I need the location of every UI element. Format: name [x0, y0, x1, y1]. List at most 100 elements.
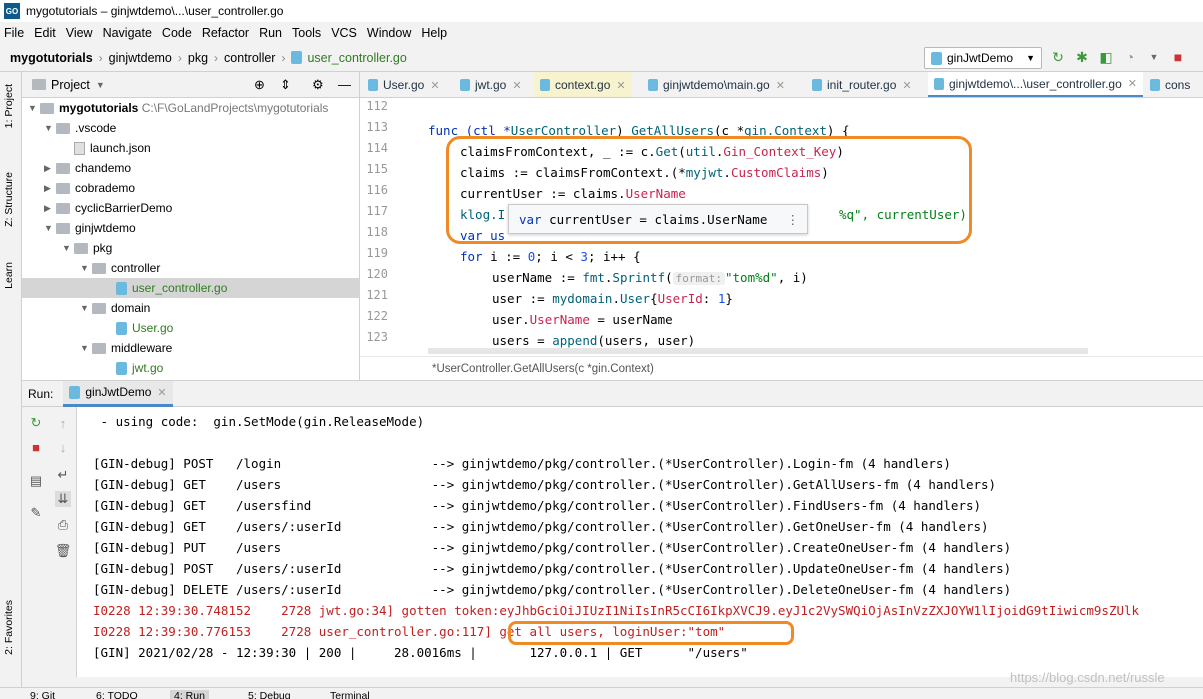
bottom-tab-terminal[interactable]: Terminal	[330, 690, 370, 699]
side-tab-structure[interactable]: Z: Structure	[3, 172, 15, 227]
highlight-box-log	[508, 621, 794, 645]
tree-node-cyclicbarrierdemo[interactable]: ▶ cyclicBarrierDemo	[22, 198, 360, 218]
bottom-tab-git[interactable]: 9: Git	[30, 690, 55, 699]
layout-icon[interactable]: ▤	[28, 473, 44, 489]
menu-view[interactable]: View	[66, 26, 93, 40]
menu-file[interactable]: File	[4, 26, 24, 40]
tab-cons[interactable]: cons	[1144, 72, 1196, 97]
expand-arrow-icon[interactable]: ▼	[62, 243, 74, 253]
menu-code[interactable]: Code	[162, 26, 192, 40]
line-number: 123	[366, 330, 388, 344]
tab-init-router-go[interactable]: init_router.go ✕	[806, 72, 918, 97]
expand-arrow-icon[interactable]: ▼	[44, 123, 56, 133]
tab-user-controller-go[interactable]: ginjwtdemo\...\user_controller.go ✕	[928, 72, 1143, 97]
tree-node-user-go[interactable]: User.go	[22, 318, 360, 338]
close-icon[interactable]: ✕	[512, 79, 521, 92]
tab-user-go[interactable]: User.go ✕	[362, 72, 446, 97]
tab-main-go[interactable]: ginjwtdemo\main.go ✕	[642, 72, 791, 97]
side-tab-project[interactable]: 1: Project	[3, 84, 15, 128]
breadcrumb-file[interactable]: user_controller.go	[307, 51, 406, 65]
collapse-icon[interactable]: ⇕	[280, 77, 291, 93]
side-tab-learn[interactable]: Learn	[3, 262, 15, 289]
scroll-to-end-icon[interactable]: ⇊	[55, 491, 71, 507]
trash-icon[interactable]: 🗑	[55, 543, 72, 559]
close-icon[interactable]: ✕	[1128, 77, 1137, 90]
menu-navigate[interactable]: Navigate	[103, 26, 152, 40]
tree-node-cobrademo[interactable]: ▶ cobrademo	[22, 178, 360, 198]
go-file-icon	[1150, 79, 1160, 91]
folder-icon	[56, 182, 70, 194]
tree-node-user-controller-go[interactable]: user_controller.go	[22, 278, 360, 298]
tree-label: User.go	[132, 321, 174, 335]
rerun-icon[interactable]: ↻	[1050, 48, 1066, 66]
tab-context-go[interactable]: context.go ✕	[534, 72, 632, 97]
expand-arrow-icon[interactable]: ▼	[80, 303, 92, 313]
tree-node-domain[interactable]: ▼ domain	[22, 298, 360, 318]
collapse-arrow-icon[interactable]: ▶	[44, 163, 56, 174]
tab-jwt-go[interactable]: jwt.go ✕	[454, 72, 528, 97]
highlight-box-code	[446, 136, 972, 244]
bottom-tab-run[interactable]: 4: Run	[170, 690, 209, 699]
breadcrumb-pkg[interactable]: pkg	[188, 51, 208, 65]
tree-node-pkg[interactable]: ▼ pkg	[22, 238, 360, 258]
tree-node-chandemo[interactable]: ▶ chandemo	[22, 158, 360, 178]
tree-node-middleware[interactable]: ▼ middleware	[22, 338, 360, 358]
rerun-icon[interactable]: ↻	[28, 415, 44, 431]
project-panel-title[interactable]: Project	[51, 78, 90, 92]
tree-node-controller[interactable]: ▼ controller	[22, 258, 360, 278]
tree-node-jwt-go[interactable]: jwt.go	[22, 358, 360, 378]
close-icon[interactable]: ✕	[430, 79, 439, 92]
go-file-icon	[540, 79, 550, 91]
menu-window[interactable]: Window	[367, 26, 411, 40]
print-icon[interactable]: ⎙	[55, 517, 71, 533]
expand-arrow-icon[interactable]: ▼	[28, 103, 40, 113]
tree-node-launch-json[interactable]: launch.json	[22, 138, 360, 158]
run-tab-ginjwtdemo[interactable]: ginJwtDemo ✕	[63, 380, 173, 407]
locate-icon[interactable]: ⊕	[254, 77, 265, 93]
breadcrumb-ginjwtdemo[interactable]: ginjwtdemo	[109, 51, 172, 65]
close-icon[interactable]: ✕	[776, 79, 785, 92]
profile-icon[interactable]: ◔	[1122, 48, 1138, 66]
soft-wrap-icon[interactable]: ↵	[55, 467, 71, 483]
breadcrumb-controller[interactable]: controller	[224, 51, 275, 65]
menu-edit[interactable]: Edit	[34, 26, 56, 40]
editor-breadcrumb-footer[interactable]: *UserController.GetAllUsers(c *gin.Conte…	[360, 356, 1203, 380]
line-number: 116	[366, 183, 388, 197]
menu-help[interactable]: Help	[421, 26, 447, 40]
stop-icon[interactable]: ■	[1170, 48, 1186, 66]
bottom-tab-debug[interactable]: 5: Debug	[248, 690, 291, 699]
chevron-down-icon[interactable]: ▼	[96, 80, 105, 90]
bottom-tab-todo[interactable]: 6: TODO	[96, 690, 138, 699]
close-icon[interactable]: ✕	[902, 79, 911, 92]
tree-node-mygotutorials[interactable]: ▼ mygotutorials C:\F\GoLandProjects\mygo…	[22, 98, 360, 118]
side-tab-favorites[interactable]: 2: Favorites	[3, 600, 15, 655]
run-configuration-select[interactable]: ginJwtDemo ▼	[924, 47, 1042, 69]
expand-arrow-icon[interactable]: ▼	[44, 223, 56, 233]
parameter-hint: format:	[672, 272, 725, 285]
menu-run[interactable]: Run	[259, 26, 282, 40]
expand-arrow-icon[interactable]: ▼	[80, 263, 92, 273]
breadcrumb-root[interactable]: mygotutorials	[10, 51, 93, 65]
more-chevron-icon[interactable]: ▼	[1146, 48, 1162, 66]
close-icon[interactable]: ✕	[616, 79, 625, 92]
console-line: [GIN-debug] DELETE /users/:userId --> gi…	[93, 582, 1012, 597]
tree-node-vscode[interactable]: ▼ .vscode	[22, 118, 360, 138]
gear-icon[interactable]: ⚙	[312, 77, 324, 93]
stop-icon[interactable]: ■	[28, 439, 44, 455]
close-icon[interactable]: ✕	[157, 386, 166, 399]
debug-bug-icon[interactable]: ✱	[1074, 48, 1090, 66]
menu-vcs[interactable]: VCS	[331, 26, 357, 40]
expand-arrow-icon[interactable]: ▼	[80, 343, 92, 353]
hide-icon[interactable]: —	[338, 77, 351, 92]
console-line: [GIN] 2021/02/28 - 12:39:30 | 200 | 28.0…	[93, 645, 748, 660]
horizontal-scrollbar[interactable]	[428, 348, 1088, 354]
pin-icon[interactable]: ✎	[28, 505, 44, 521]
menu-refactor[interactable]: Refactor	[202, 26, 249, 40]
menu-tools[interactable]: Tools	[292, 26, 321, 40]
tree-node-ginjwtdemo[interactable]: ▼ ginjwtdemo	[22, 218, 360, 238]
arrow-up-icon[interactable]: ↑	[55, 415, 71, 431]
coverage-icon[interactable]: ◧	[1098, 48, 1114, 66]
collapse-arrow-icon[interactable]: ▶	[44, 203, 56, 214]
collapse-arrow-icon[interactable]: ▶	[44, 183, 56, 194]
arrow-down-icon[interactable]: ↓	[55, 439, 71, 455]
